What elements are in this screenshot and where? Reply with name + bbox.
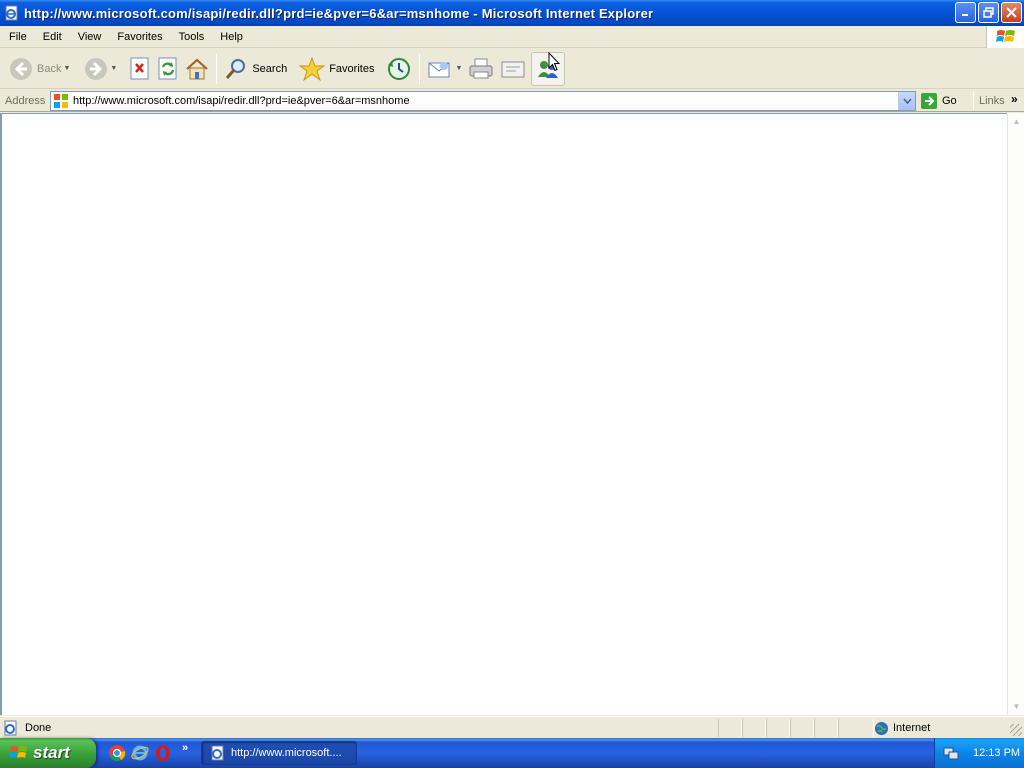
links-separator <box>973 92 974 110</box>
mail-icon <box>428 61 450 77</box>
refresh-button[interactable] <box>154 52 182 86</box>
address-input[interactable]: http://www.microsoft.com/isapi/redir.dll… <box>50 91 916 111</box>
close-button[interactable] <box>1001 2 1022 23</box>
favorites-button[interactable]: Favorites <box>296 52 377 86</box>
mail-dropdown-icon[interactable]: ▼ <box>455 65 462 72</box>
menu-tools[interactable]: Tools <box>171 26 213 48</box>
scroll-down-icon[interactable]: ▼ <box>1009 699 1024 714</box>
windows-flag-icon <box>10 746 27 758</box>
ie-icon[interactable] <box>131 744 149 762</box>
restore-button[interactable] <box>978 2 999 23</box>
menu-edit[interactable]: Edit <box>35 26 70 48</box>
printer-icon <box>469 58 493 78</box>
menu-help[interactable]: Help <box>212 26 251 48</box>
zone-label: Internet <box>893 722 931 734</box>
forward-dropdown-icon[interactable]: ▼ <box>110 65 117 72</box>
system-tray: 12:13 PM <box>934 738 1024 768</box>
menu-view[interactable]: View <box>70 26 110 48</box>
menu-file[interactable]: File <box>0 26 35 48</box>
taskbar-ie-window-label: http://www.microsoft.... <box>231 747 342 759</box>
back-label: Back <box>37 62 62 75</box>
history-icon <box>388 57 411 80</box>
ie-page-icon <box>5 5 18 21</box>
back-button[interactable]: Back ▼ <box>6 52 73 86</box>
home-icon <box>186 58 209 79</box>
opera-icon[interactable] <box>154 744 172 762</box>
mail-button[interactable]: ▼ <box>424 52 465 86</box>
forward-button[interactable]: ▼ <box>81 52 120 86</box>
chevron-right-icon[interactable]: » <box>1011 92 1018 106</box>
windows-logo-icon <box>986 26 1024 48</box>
back-dropdown-icon[interactable]: ▼ <box>63 65 70 72</box>
print-button[interactable] <box>465 52 497 86</box>
resize-grip[interactable] <box>1010 724 1022 736</box>
standard-toolbar: Back ▼ ▼ Search Favorites ▼ <box>0 49 1024 89</box>
quick-launch-more-icon[interactable]: » <box>182 742 188 754</box>
vertical-scrollbar[interactable]: ▲ ▼ <box>1007 113 1024 715</box>
toolbar-separator <box>419 53 421 84</box>
title-bar[interactable]: http://www.microsoft.com/isapi/redir.dll… <box>0 0 1024 26</box>
menu-favorites[interactable]: Favorites <box>109 26 170 48</box>
clock[interactable]: 12:13 PM <box>973 747 1020 759</box>
home-button[interactable] <box>182 52 212 86</box>
scroll-up-icon[interactable]: ▲ <box>1009 114 1024 129</box>
menu-bar: File Edit View Favorites Tools Help <box>0 26 1024 48</box>
magnifier-icon <box>226 58 246 79</box>
page-done-icon <box>4 720 17 735</box>
history-button[interactable] <box>383 52 415 86</box>
taskbar: start » http://www.microsoft.... 12:13 P… <box>0 738 1024 768</box>
minimize-button[interactable] <box>955 2 976 23</box>
globe-icon <box>874 721 889 735</box>
edit-icon <box>501 61 525 77</box>
address-url: http://www.microsoft.com/isapi/redir.dll… <box>73 95 410 107</box>
status-text: Done <box>25 721 52 734</box>
address-bar: Address http://www.microsoft.com/isapi/r… <box>0 90 1024 112</box>
restore-icon <box>983 7 994 18</box>
refresh-icon <box>158 57 177 79</box>
chevron-down-icon <box>902 98 912 104</box>
status-bar: Done Internet <box>0 716 1024 738</box>
windows-favicon-icon <box>54 94 68 108</box>
star-icon <box>299 56 326 81</box>
search-label: Search <box>252 62 288 75</box>
address-dropdown-button[interactable] <box>898 92 915 110</box>
minimize-icon <box>962 14 968 16</box>
go-arrow-icon <box>921 93 937 109</box>
favorites-label: Favorites <box>329 62 375 75</box>
back-arrow-icon <box>10 57 32 80</box>
page-content[interactable] <box>0 113 1007 715</box>
forward-arrow-icon <box>85 57 108 80</box>
edit-button[interactable] <box>497 52 529 86</box>
address-label: Address <box>5 94 46 107</box>
go-label: Go <box>942 95 957 107</box>
taskbar-ie-window-button[interactable]: http://www.microsoft.... <box>201 741 357 765</box>
window-title: http://www.microsoft.com/isapi/redir.dll… <box>24 5 654 21</box>
links-toolbar[interactable]: Links <box>979 90 1005 112</box>
go-button[interactable]: Go <box>920 91 957 111</box>
mouse-cursor-icon <box>548 52 560 72</box>
chrome-icon[interactable] <box>108 744 126 762</box>
close-icon <box>1006 7 1017 18</box>
search-button[interactable]: Search <box>221 52 290 86</box>
toolbar-separator <box>216 53 218 84</box>
network-icon[interactable] <box>943 745 959 761</box>
stop-icon <box>130 57 149 79</box>
security-zone: Internet <box>874 717 930 739</box>
stop-button[interactable] <box>126 52 154 86</box>
start-button[interactable]: start <box>0 738 96 768</box>
status-panes <box>718 719 874 737</box>
ie-page-icon <box>211 745 224 761</box>
start-label: start <box>33 743 70 762</box>
